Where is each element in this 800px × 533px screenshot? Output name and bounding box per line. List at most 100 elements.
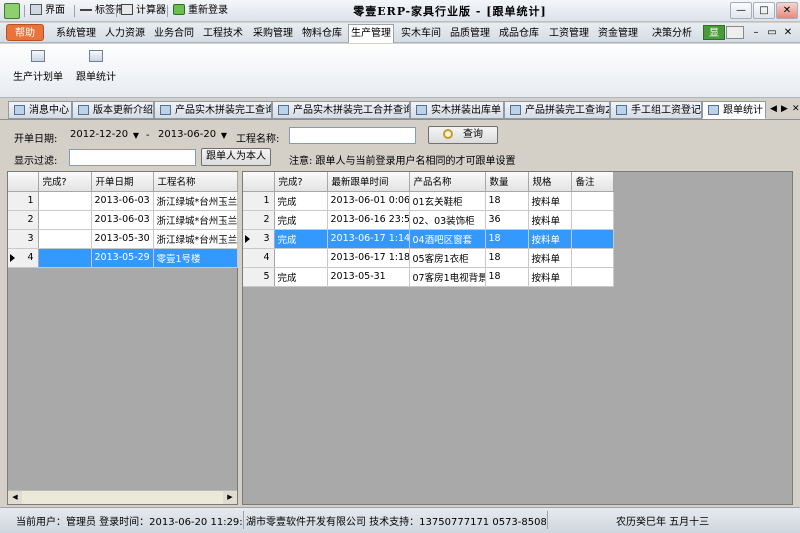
table-row[interactable]: 4 2013-06-17 1:18 05客房1衣柜 18 按料单	[243, 248, 614, 268]
horizontal-scrollbar[interactable]: ◀ ▶	[8, 490, 237, 504]
menu-finance[interactable]: 资金管理	[596, 25, 640, 42]
qty-cell[interactable]: 18	[485, 229, 529, 249]
tab-close-icon[interactable]: ✕	[792, 104, 800, 114]
column-header[interactable]: 完成?	[38, 172, 92, 192]
spec-cell[interactable]: 按料单	[528, 267, 572, 287]
close-button[interactable]: ✕	[776, 2, 798, 19]
table-row-selected[interactable]: 3 完成 2013-06-17 1:14 04酒吧区窗套 18 按料单	[243, 229, 614, 249]
column-header[interactable]: 备注	[571, 172, 614, 192]
note-cell[interactable]	[571, 248, 614, 268]
project-cell[interactable]: 浙江绿城*台州玉兰	[153, 210, 238, 230]
assign-self-button[interactable]: 跟单人为本人	[201, 148, 271, 166]
menu-salary[interactable]: 工资管理	[547, 25, 591, 42]
menu-purchase[interactable]: 采购管理	[251, 25, 295, 42]
mdi-restore-button[interactable]: ▭	[764, 25, 780, 40]
menu-quality[interactable]: 品质管理	[448, 25, 492, 42]
menu-system[interactable]: 系统管理	[54, 25, 98, 42]
column-header[interactable]: 完成?	[274, 172, 328, 192]
time-cell[interactable]: 2013-06-17 1:18	[327, 248, 410, 268]
table-row[interactable]: 2 完成 2013-06-16 23:58 02、03装饰柜 36 按料单	[243, 210, 614, 230]
spec-cell[interactable]: 按料单	[528, 210, 572, 230]
date-cell[interactable]: 2013-05-30	[91, 229, 154, 249]
qty-cell[interactable]: 18	[485, 191, 529, 211]
product-cell[interactable]: 02、03装饰柜	[409, 210, 486, 230]
quick-access-calculator[interactable]: 计算器	[121, 4, 166, 18]
menu-contract[interactable]: 业务合同	[152, 25, 196, 42]
tab-scroll-right-icon[interactable]: ▶	[781, 104, 788, 114]
column-header[interactable]: 产品名称	[409, 172, 486, 192]
project-cell[interactable]: 浙江绿城*台州玉兰	[153, 191, 238, 211]
production-plan-button[interactable]: 生产计划单	[13, 50, 63, 83]
table-row[interactable]: 5 完成 2013-05-31 07客房1电视背景 18 按料单	[243, 267, 614, 287]
menu-engineering[interactable]: 工程技术	[201, 25, 245, 42]
date-to-picker[interactable]: 2013-06-20 ▼	[155, 127, 229, 144]
tab-manual-salary[interactable]: 手工组工资登记	[610, 101, 702, 119]
table-row[interactable]: 3 2013-05-30 浙江绿城*台州玉兰	[8, 229, 238, 249]
mdi-close-button[interactable]: ✕	[780, 25, 796, 40]
spec-cell[interactable]: 按料单	[528, 229, 572, 249]
product-cell[interactable]: 01玄关鞋柜	[409, 191, 486, 211]
time-cell[interactable]: 2013-06-16 23:58	[327, 210, 410, 230]
done-cell[interactable]: 完成	[274, 191, 328, 211]
spec-cell[interactable]: 按料单	[528, 191, 572, 211]
time-cell[interactable]: 2013-06-17 1:14	[327, 229, 410, 249]
table-row[interactable]: 1 2013-06-03 浙江绿城*台州玉兰	[8, 191, 238, 211]
tab-assembly-query-2[interactable]: 产品拼装完工查询2	[504, 101, 610, 119]
quick-access-relogin[interactable]: 重新登录	[173, 4, 228, 18]
column-header[interactable]: 工程名称	[153, 172, 238, 192]
product-cell[interactable]: 05客房1衣柜	[409, 248, 486, 268]
minimize-button[interactable]: —	[730, 2, 752, 19]
done-cell[interactable]	[38, 248, 92, 268]
product-cell[interactable]: 07客房1电视背景	[409, 267, 486, 287]
note-cell[interactable]	[571, 191, 614, 211]
tab-scroll-left-icon[interactable]: ◀	[770, 104, 777, 114]
quick-access-ribbon[interactable]: 标签带	[80, 4, 125, 18]
project-cell[interactable]: 浙江绿城*台州玉兰	[153, 229, 238, 249]
time-cell[interactable]: 2013-06-01 0:06	[327, 191, 410, 211]
time-cell[interactable]: 2013-05-31	[327, 267, 410, 287]
note-cell[interactable]	[571, 210, 614, 230]
qty-cell[interactable]: 18	[485, 267, 529, 287]
display-filter-input[interactable]	[69, 149, 196, 166]
style-swatch[interactable]	[726, 26, 744, 39]
table-row[interactable]: 2 2013-06-03 浙江绿城*台州玉兰	[8, 210, 238, 230]
tab-version-update[interactable]: 版本更新介绍	[72, 101, 154, 119]
spec-cell[interactable]: 按料单	[528, 248, 572, 268]
table-row[interactable]: 1 完成 2013-06-01 0:06 01玄关鞋柜 18 按料单	[243, 191, 614, 211]
date-cell[interactable]: 2013-06-03	[91, 210, 154, 230]
scroll-right-icon[interactable]: ▶	[223, 491, 237, 504]
project-name-input[interactable]	[289, 127, 416, 144]
column-header[interactable]: 开单日期	[91, 172, 154, 192]
follow-up-stats-button[interactable]: 跟单统计	[76, 50, 116, 83]
done-cell[interactable]: 完成	[274, 229, 328, 249]
date-from-picker[interactable]: 2012-12-20 ▼	[67, 127, 141, 144]
menu-decision[interactable]: 决策分析	[650, 25, 694, 42]
display-toggle-button[interactable]: 显	[703, 25, 725, 40]
menu-finished-goods[interactable]: 成品仓库	[497, 25, 541, 42]
column-header[interactable]: 最新跟单时间	[327, 172, 410, 192]
query-button[interactable]: 查询	[428, 126, 498, 144]
menu-hr[interactable]: 人力资源	[103, 25, 147, 42]
app-icon[interactable]	[4, 3, 20, 19]
menu-help[interactable]: 帮助	[6, 24, 44, 41]
table-row-selected[interactable]: 4 2013-05-29 零壹1号楼	[8, 248, 238, 268]
column-header[interactable]: 规格	[528, 172, 572, 192]
product-cell[interactable]: 04酒吧区窗套	[409, 229, 486, 249]
done-cell[interactable]: 完成	[274, 267, 328, 287]
done-cell[interactable]	[38, 191, 92, 211]
column-header[interactable]: 数量	[485, 172, 529, 192]
note-cell[interactable]	[571, 229, 614, 249]
mdi-minimize-button[interactable]: –	[748, 25, 764, 40]
tab-follow-up-stats[interactable]: 跟单统计	[702, 101, 766, 119]
note-cell[interactable]	[571, 267, 614, 287]
qty-cell[interactable]: 36	[485, 210, 529, 230]
menu-warehouse[interactable]: 物料仓库	[300, 25, 344, 42]
tab-message-center[interactable]: 消息中心	[8, 101, 72, 119]
menu-production[interactable]: 生产管理	[348, 24, 394, 43]
done-cell[interactable]	[38, 229, 92, 249]
done-cell[interactable]	[274, 248, 328, 268]
maximize-button[interactable]: □	[753, 2, 775, 19]
tab-assembly-query[interactable]: 产品实木拼装完工查询	[154, 101, 272, 119]
date-cell[interactable]: 2013-05-29	[91, 248, 154, 268]
done-cell[interactable]: 完成	[274, 210, 328, 230]
